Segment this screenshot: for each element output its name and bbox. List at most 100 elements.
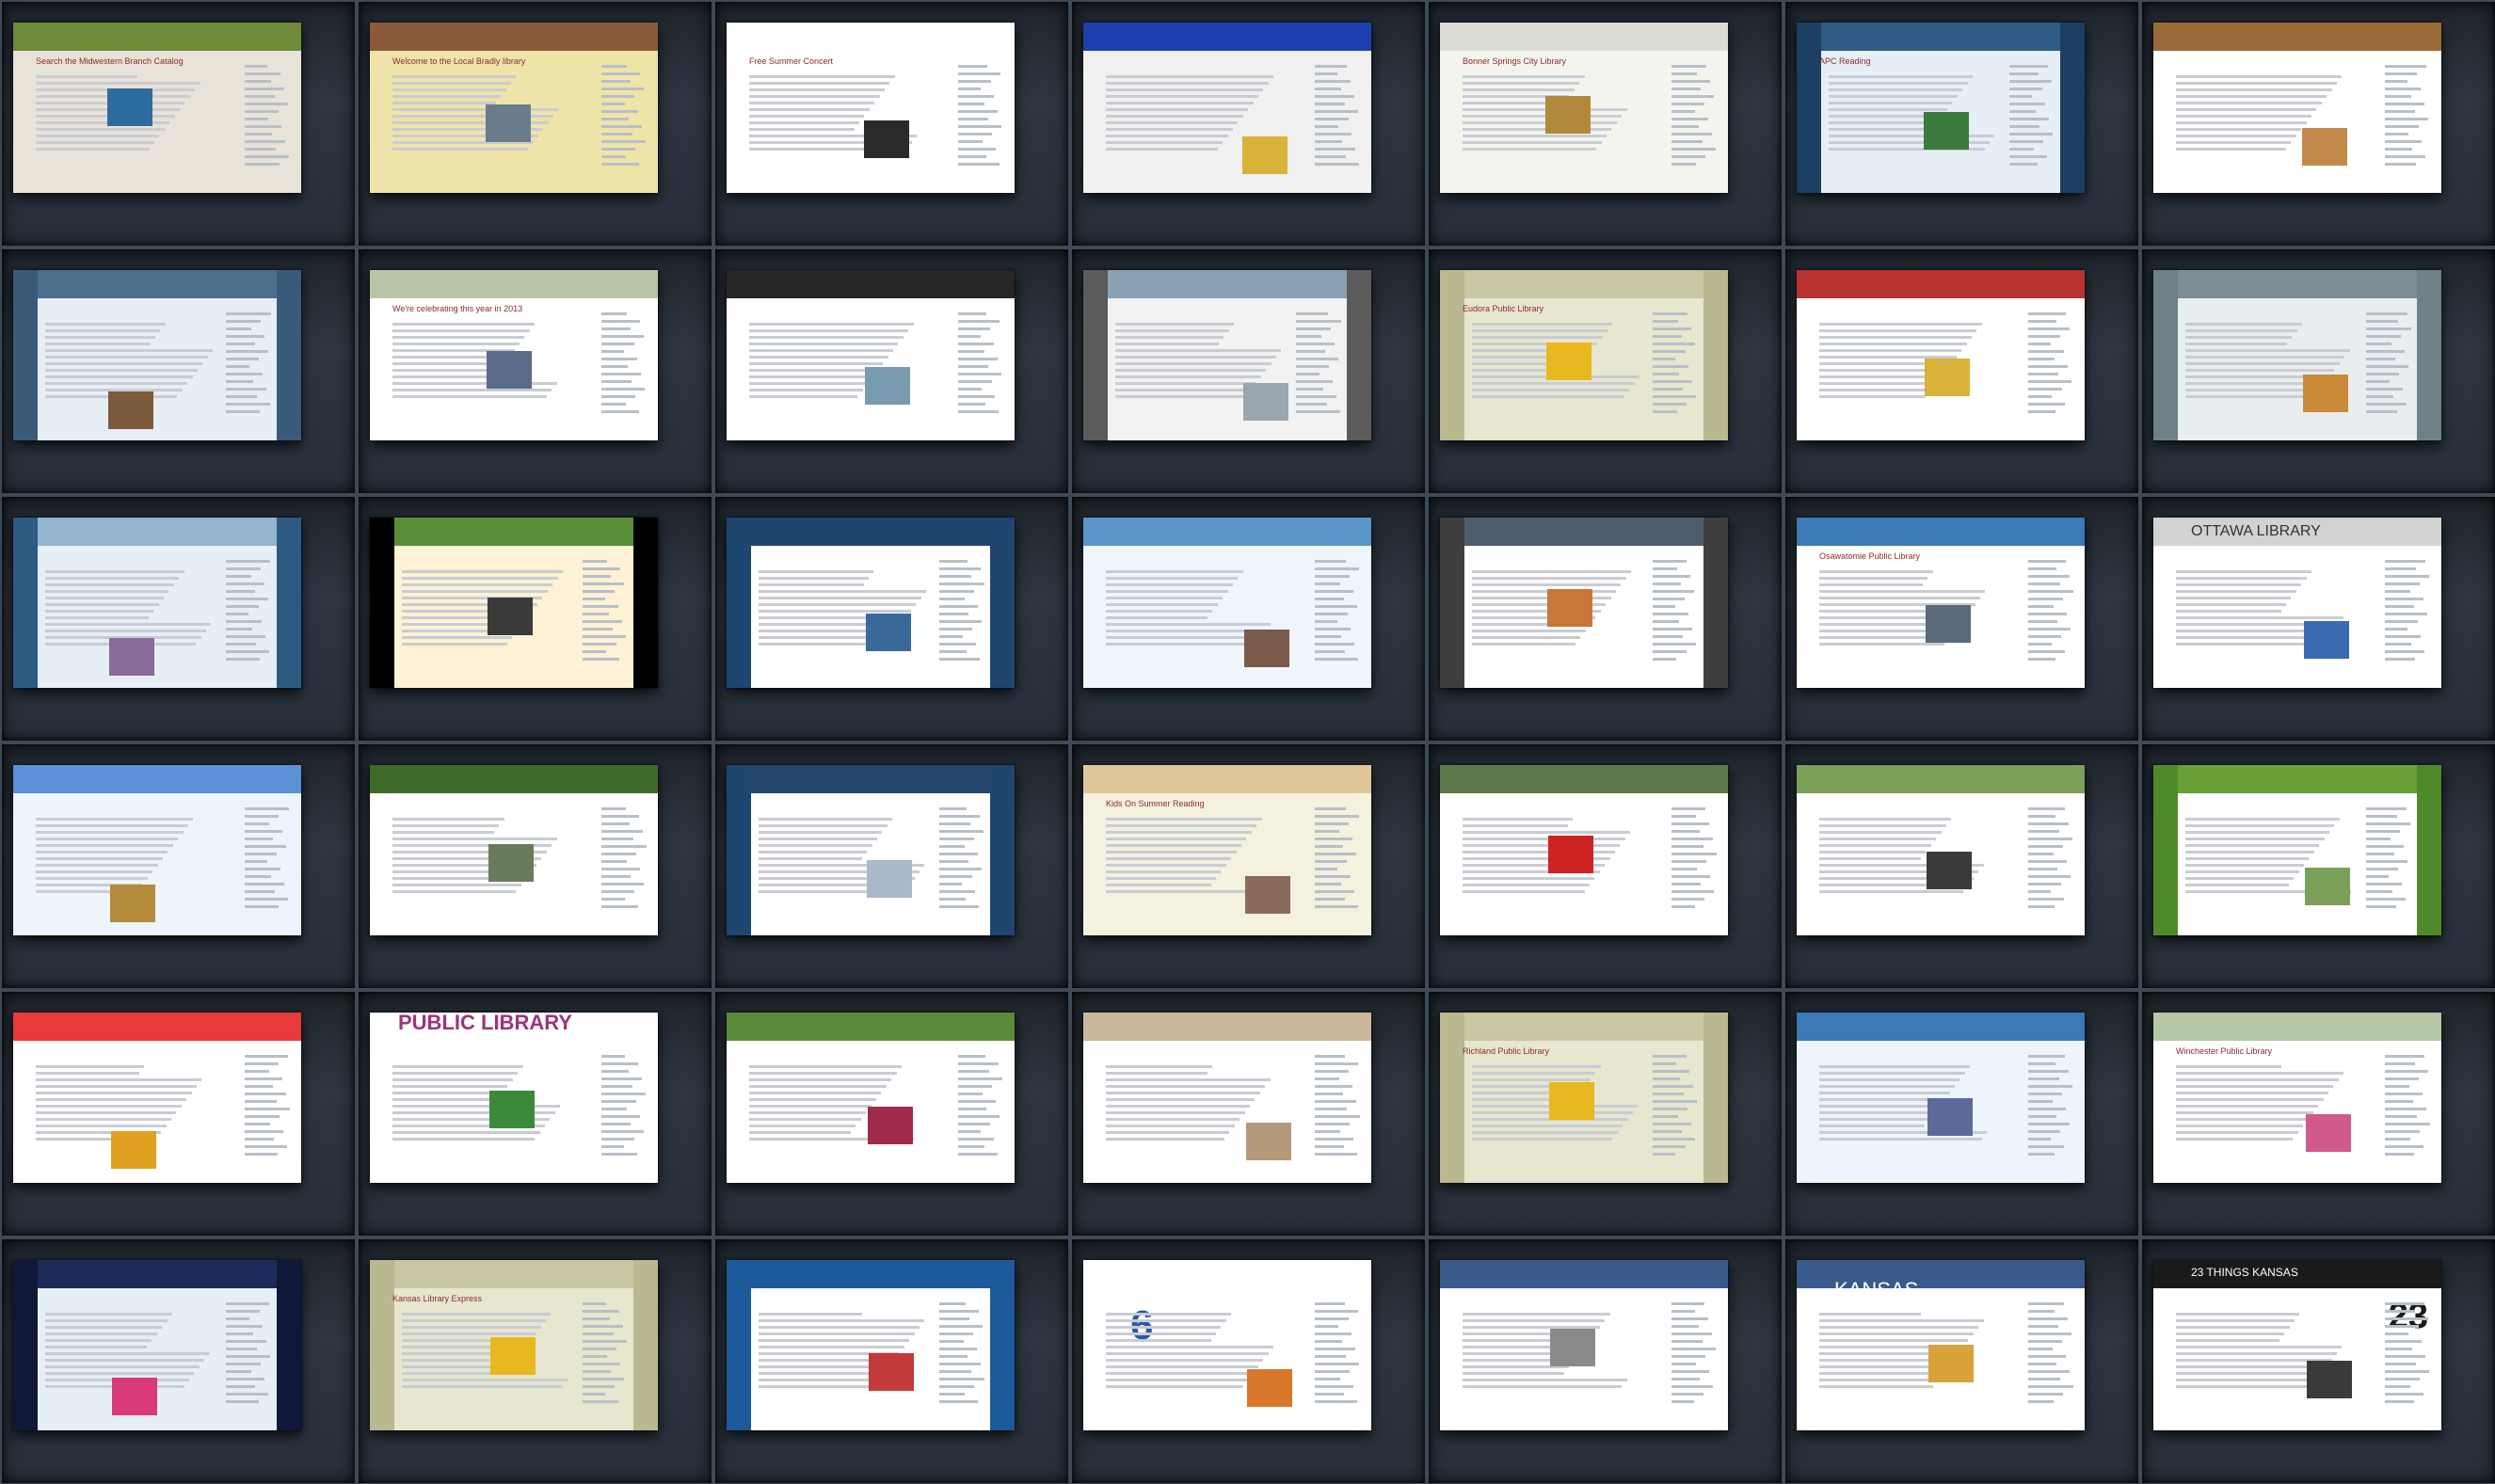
website-thumbnail[interactable]: KANSAS (1797, 1260, 2085, 1430)
thumbnail-cell[interactable]: Kids On Summer Reading (1070, 742, 1427, 990)
website-thumbnail[interactable]: OTTAWA LIBRARY (2153, 518, 2441, 688)
website-thumbnail[interactable]: Kids On Summer Reading (1083, 765, 1371, 935)
website-thumbnail[interactable] (1440, 518, 1728, 688)
thumbnail-header-band (13, 23, 301, 51)
thumbnail-sidebar-column (226, 555, 271, 665)
website-thumbnail[interactable] (370, 765, 658, 935)
website-thumbnail[interactable] (2153, 270, 2441, 440)
website-thumbnail[interactable] (1083, 23, 1371, 193)
website-thumbnail[interactable]: Richland Public Library (1440, 1013, 1728, 1183)
website-thumbnail[interactable] (13, 765, 301, 935)
website-thumbnail[interactable] (727, 765, 1015, 935)
website-thumbnail[interactable]: Free Summer Concert (727, 23, 1015, 193)
website-thumbnail[interactable]: PUBLIC LIBRARY (370, 1013, 658, 1183)
thumbnail-cell[interactable]: PUBLIC LIBRARY (357, 990, 713, 1237)
thumbnail-cell[interactable] (2140, 742, 2495, 990)
website-thumbnail[interactable]: Welcome to the Local Bradly library (370, 23, 658, 193)
thumbnail-cell[interactable]: Winchester Public Library (2140, 990, 2495, 1237)
thumbnail-cell[interactable] (0, 247, 357, 495)
thumbnail-cell[interactable]: Osawatomie Public Library (1783, 495, 2140, 742)
thumbnail-cell[interactable]: Eudora Public Library (1427, 247, 1783, 495)
thumbnail-sidebar-column (2385, 60, 2430, 170)
website-thumbnail[interactable]: 23 THINGS KANSAS 23 (2153, 1260, 2441, 1430)
website-thumbnail[interactable]: Osawatomie Public Library (1797, 518, 2085, 688)
website-thumbnail[interactable]: We're celebrating this year in 2013 (370, 270, 658, 440)
website-thumbnail[interactable] (1440, 765, 1728, 935)
thumbnail-side-bar (1703, 270, 1728, 440)
thumbnail-cell[interactable] (1070, 495, 1427, 742)
thumbnail-sidebar-column (1315, 1298, 1360, 1408)
thumbnail-cell[interactable]: Search the Midwestern Branch Catalog (0, 0, 357, 247)
thumbnail-text-lines (45, 319, 215, 402)
website-thumbnail[interactable] (1797, 270, 2085, 440)
thumbnail-cell[interactable] (357, 495, 713, 742)
thumbnail-cell[interactable]: 6 (1070, 1237, 1427, 1484)
thumbnail-cell[interactable] (713, 1237, 1070, 1484)
thumbnail-cell[interactable]: Richland Public Library (1427, 990, 1783, 1237)
website-thumbnail[interactable]: Eudora Public Library (1440, 270, 1728, 440)
thumbnail-cell[interactable]: Free Summer Concert (713, 0, 1070, 247)
thumbnail-cell[interactable] (2140, 0, 2495, 247)
thumbnail-cell[interactable]: KANSAS (1783, 1237, 2140, 1484)
thumbnail-cell[interactable]: APC Reading (1783, 0, 2140, 247)
website-thumbnail[interactable] (1083, 518, 1371, 688)
thumbnail-cell[interactable]: Kansas Library Express (357, 1237, 713, 1484)
website-thumbnail[interactable] (1797, 765, 2085, 935)
thumbnail-sidebar-column (1671, 803, 1717, 913)
thumbnail-header-band (1083, 765, 1371, 793)
thumbnail-cell[interactable]: We're celebrating this year in 2013 (357, 247, 713, 495)
thumbnail-sidebar-column (2385, 1050, 2430, 1160)
website-thumbnail[interactable]: Winchester Public Library (2153, 1013, 2441, 1183)
website-thumbnail[interactable] (1083, 270, 1371, 440)
thumbnail-cell[interactable]: Bonner Springs City Library (1427, 0, 1783, 247)
website-thumbnail[interactable] (13, 270, 301, 440)
thumbnail-cell[interactable] (713, 990, 1070, 1237)
thumbnail-cell[interactable] (1070, 0, 1427, 247)
website-thumbnail[interactable] (2153, 23, 2441, 193)
thumbnail-header-band (727, 765, 1015, 793)
thumbnail-cell[interactable] (0, 990, 357, 1237)
website-thumbnail[interactable] (727, 270, 1015, 440)
thumbnail-image (489, 1091, 535, 1128)
thumbnail-header-band (1797, 765, 2085, 793)
website-thumbnail[interactable] (370, 518, 658, 688)
website-thumbnail[interactable] (727, 1260, 1015, 1430)
thumbnail-cell[interactable]: OTTAWA LIBRARY (2140, 495, 2495, 742)
thumbnail-cell[interactable] (713, 247, 1070, 495)
thumbnail-sidebar-column (1671, 1298, 1717, 1408)
website-thumbnail[interactable] (13, 1013, 301, 1183)
thumbnail-cell[interactable] (713, 495, 1070, 742)
thumbnail-cell[interactable]: 23 THINGS KANSAS 23 (2140, 1237, 2495, 1484)
website-thumbnail[interactable] (13, 1260, 301, 1430)
website-thumbnail[interactable] (1797, 1013, 2085, 1183)
thumbnail-cell[interactable] (713, 742, 1070, 990)
website-thumbnail[interactable] (727, 1013, 1015, 1183)
website-thumbnail[interactable] (727, 518, 1015, 688)
thumbnail-sidebar-column (2028, 555, 2073, 665)
thumbnail-side-bar (277, 1260, 301, 1430)
thumbnail-cell[interactable] (1070, 247, 1427, 495)
thumbnail-cell[interactable] (1427, 1237, 1783, 1484)
thumbnail-cell[interactable] (1783, 247, 2140, 495)
thumbnail-cell[interactable] (2140, 247, 2495, 495)
website-thumbnail[interactable]: Search the Midwestern Branch Catalog (13, 23, 301, 193)
thumbnail-cell[interactable] (1783, 990, 2140, 1237)
thumbnail-cell[interactable] (1427, 742, 1783, 990)
thumbnail-cell[interactable] (1070, 990, 1427, 1237)
website-thumbnail[interactable]: Bonner Springs City Library (1440, 23, 1728, 193)
thumbnail-cell[interactable] (0, 1237, 357, 1484)
thumbnail-sidebar-column (2009, 60, 2055, 170)
thumbnail-cell[interactable] (0, 495, 357, 742)
thumbnail-cell[interactable] (1783, 742, 2140, 990)
thumbnail-cell[interactable] (0, 742, 357, 990)
website-thumbnail[interactable] (1440, 1260, 1728, 1430)
website-thumbnail[interactable]: APC Reading (1797, 23, 2085, 193)
website-thumbnail[interactable] (13, 518, 301, 688)
thumbnail-cell[interactable] (1427, 495, 1783, 742)
website-thumbnail[interactable] (2153, 765, 2441, 935)
thumbnail-cell[interactable] (357, 742, 713, 990)
website-thumbnail[interactable] (1083, 1013, 1371, 1183)
website-thumbnail[interactable]: 6 (1083, 1260, 1371, 1430)
website-thumbnail[interactable]: Kansas Library Express (370, 1260, 658, 1430)
thumbnail-cell[interactable]: Welcome to the Local Bradly library (357, 0, 713, 247)
